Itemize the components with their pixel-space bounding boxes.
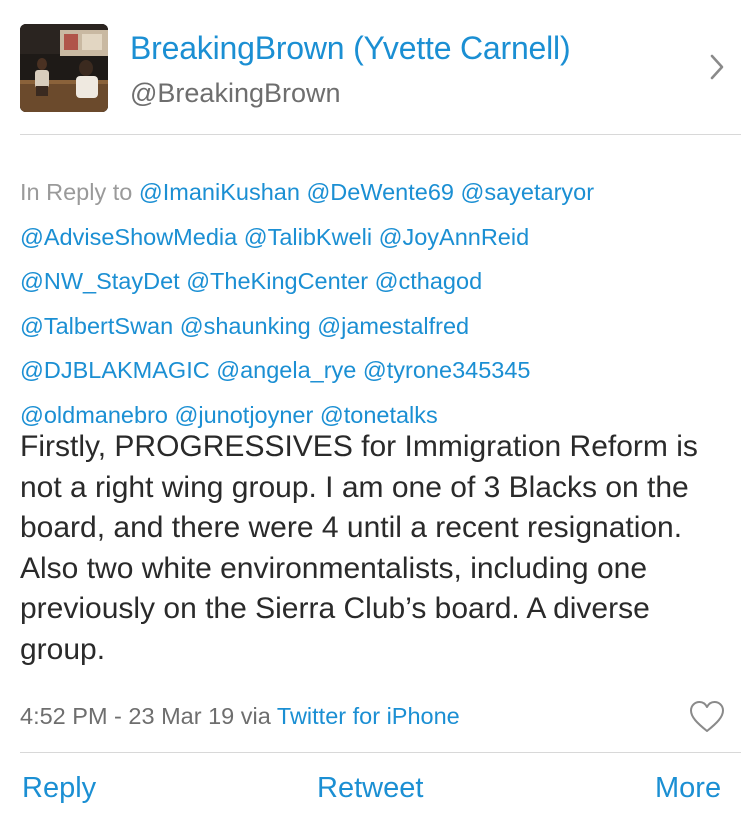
mention-link[interactable]: @jamestalfred [317,313,469,339]
mention-link[interactable]: @AdviseShowMedia [20,224,237,250]
mention-link[interactable]: @TalibKweli [244,224,372,250]
actions-divider [20,752,741,753]
tweet-text: Firstly, PROGRESSIVES for Immigration Re… [20,430,698,666]
timestamp: 4:52 PM - 23 Mar 19 via [20,703,271,729]
mention-link[interactable]: @NW_StayDet [20,268,180,294]
reply-button[interactable]: Reply [22,772,96,805]
mention-link[interactable]: @TheKingCenter [186,268,368,294]
mention-link[interactable]: @junotjoyner [175,402,314,428]
tweet-meta: 4:52 PM - 23 Mar 19 via Twitter for iPho… [20,703,460,730]
mention-link[interactable]: @DJBLAKMAGIC [20,357,210,383]
profile-photo-icon [20,24,108,112]
mention-link[interactable]: @oldmanebro [20,402,168,428]
more-button[interactable]: More [655,772,721,805]
chevron-right-icon[interactable] [706,52,728,82]
mention-link[interactable]: @angela_rye [216,357,356,383]
tweet-header[interactable]: BreakingBrown (Yvette Carnell) @Breaking… [0,0,741,134]
mention-link[interactable]: @ImaniKushan [139,179,300,205]
header-divider [20,134,741,135]
mention-link[interactable]: @JoyAnnReid [379,224,530,250]
source-link[interactable]: Twitter for iPhone [277,703,460,729]
in-reply-to-label: In Reply to [20,179,133,205]
mention-link[interactable]: @DeWente69 [306,179,454,205]
mention-link[interactable]: @shaunking [180,313,311,339]
profile-avatar[interactable] [20,24,108,112]
mention-link[interactable]: @TalbertSwan [20,313,173,339]
mention-link[interactable]: @tonetalks [320,402,438,428]
mention-link[interactable]: @sayetaryor [461,179,595,205]
mention-link[interactable]: @cthagod [375,268,482,294]
display-name[interactable]: BreakingBrown (Yvette Carnell) [130,30,571,67]
in-reply-to: In Reply to @ImaniKushan @DeWente69 @say… [20,170,735,437]
heart-icon[interactable] [689,700,725,734]
retweet-button[interactable]: Retweet [317,772,423,805]
action-bar: Reply Retweet More [0,772,741,816]
mention-link[interactable]: @tyrone345345 [363,357,531,383]
user-handle: @BreakingBrown [130,78,341,108]
